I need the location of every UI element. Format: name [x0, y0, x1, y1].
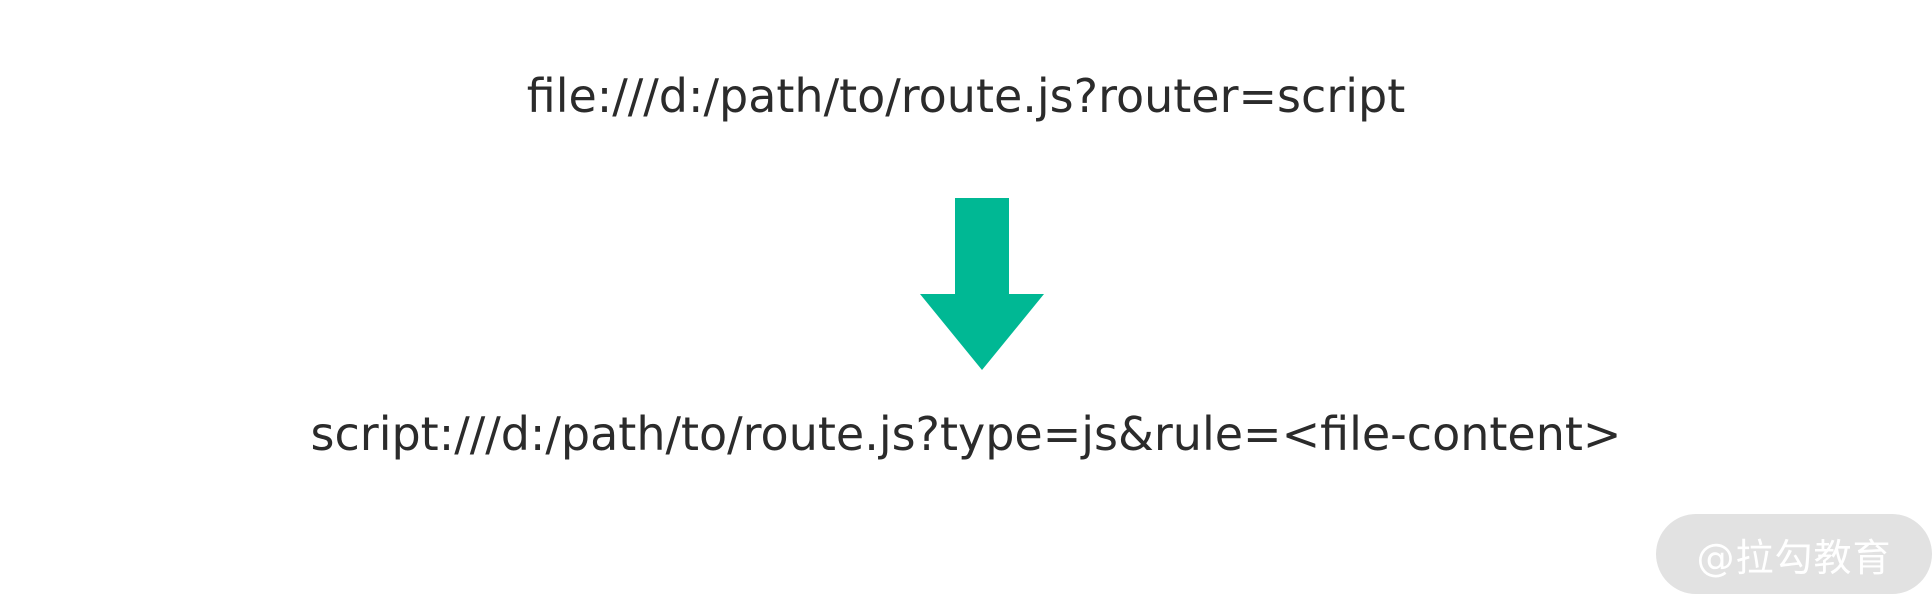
down-arrow-icon — [920, 198, 1044, 370]
target-url-text: script:///d:/path/to/route.js?type=js&ru… — [310, 407, 1622, 461]
source-url-text: file:///d:/path/to/route.js?router=scrip… — [526, 69, 1406, 123]
watermark-badge: @拉勾教育 — [1656, 514, 1932, 594]
watermark-text: @拉勾教育 — [1696, 535, 1892, 580]
